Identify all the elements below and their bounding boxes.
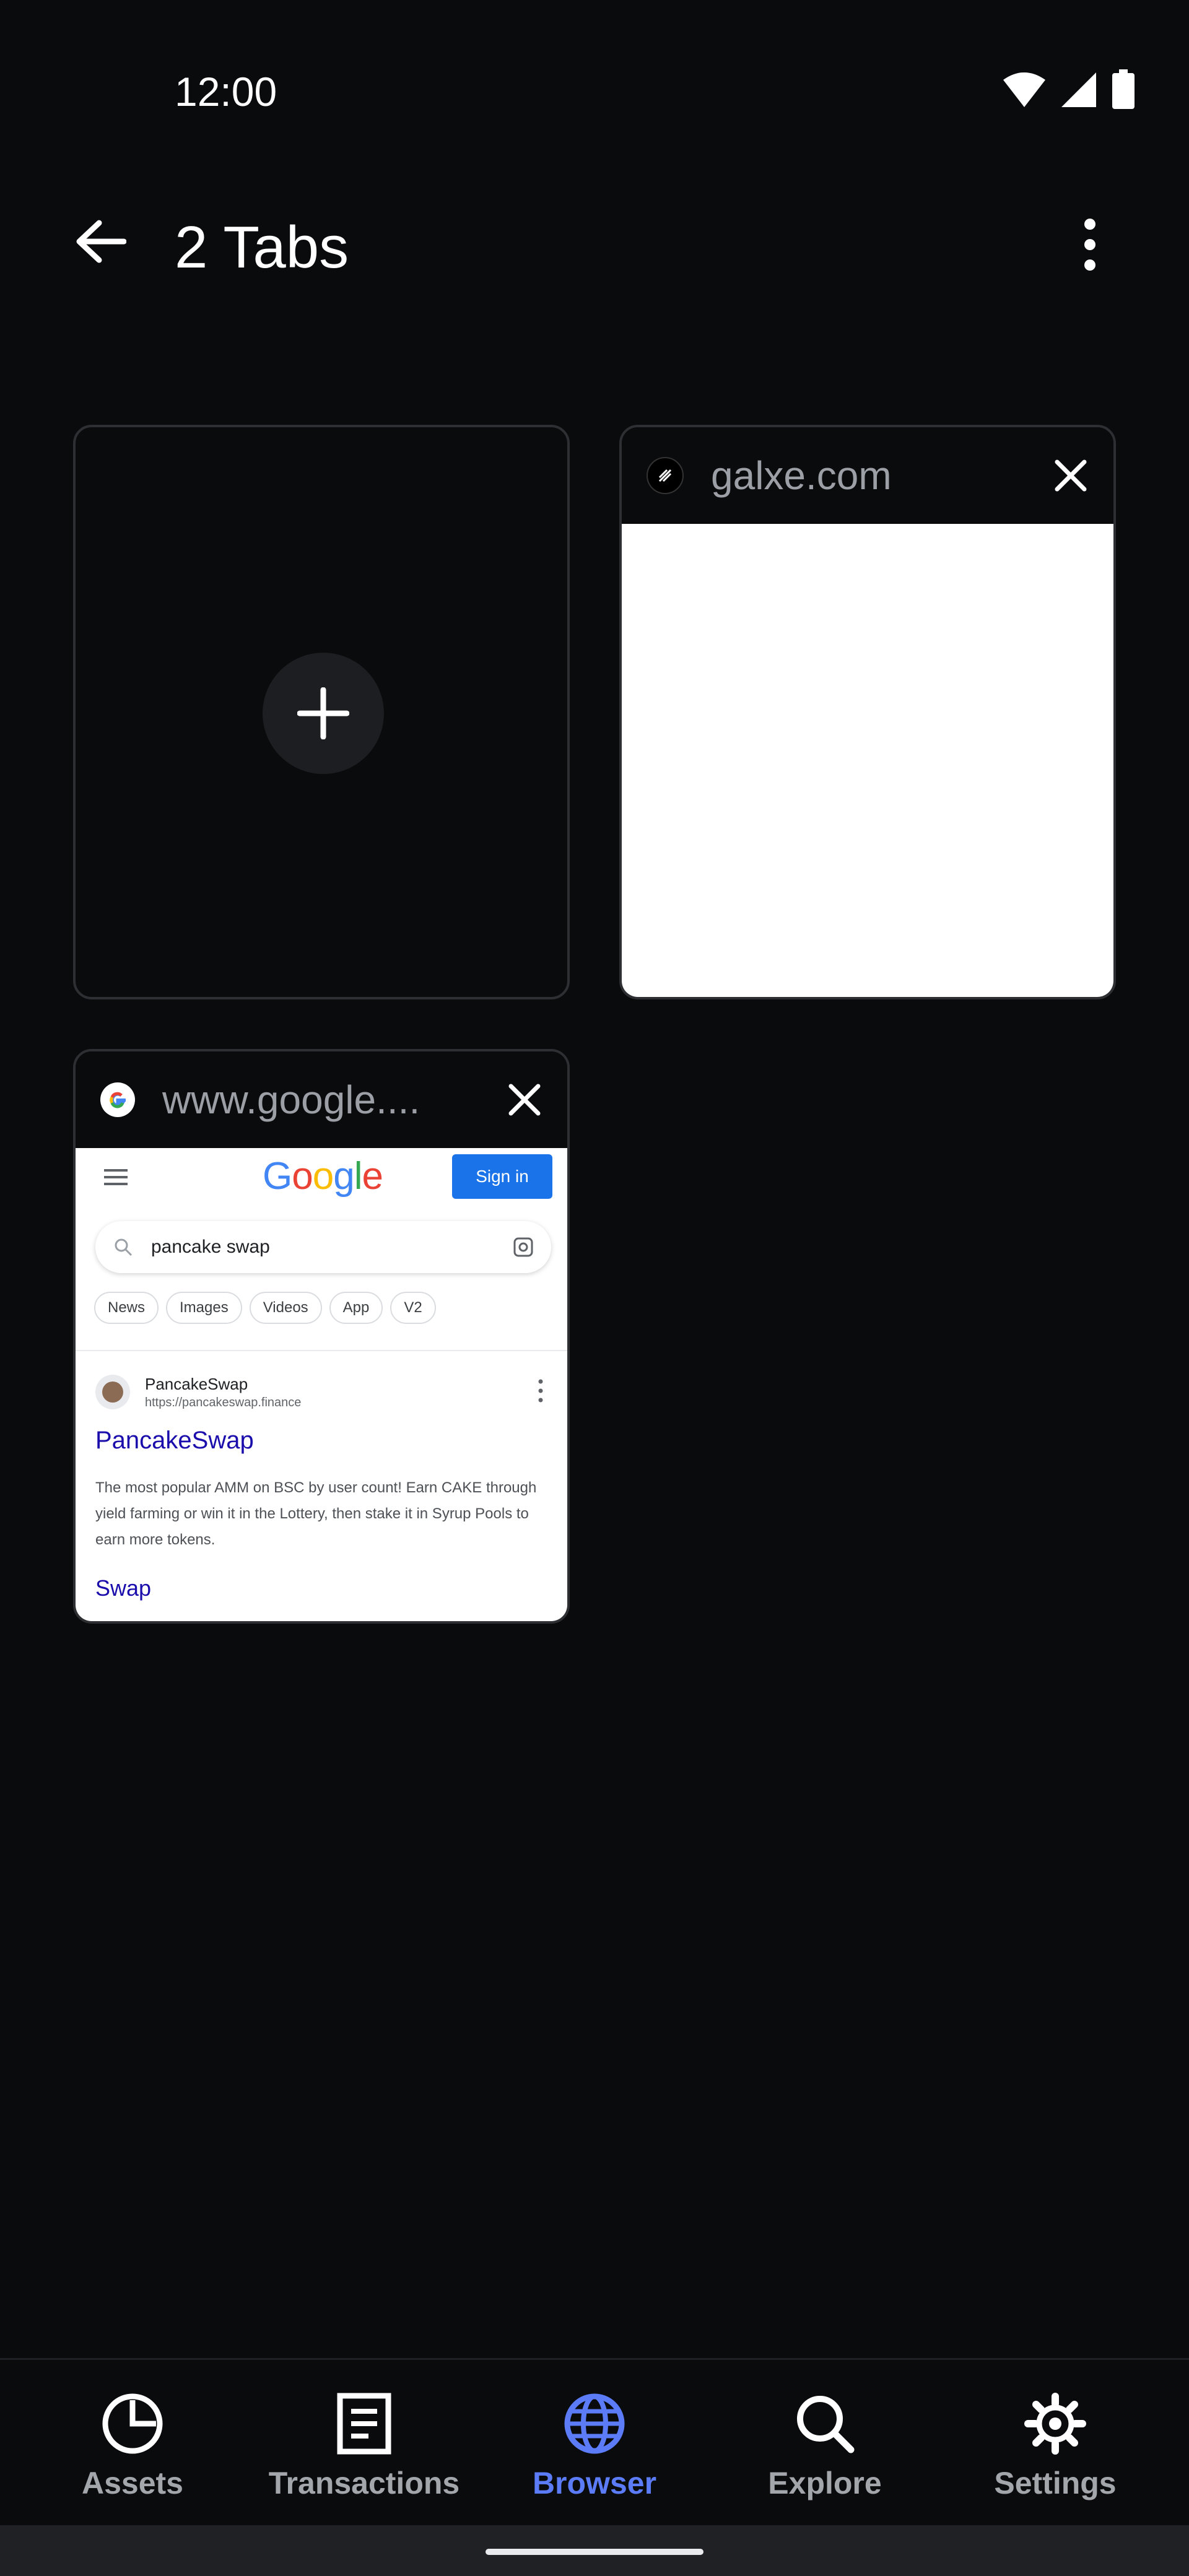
tab-header: galxe.com xyxy=(622,427,1113,524)
close-icon xyxy=(1055,459,1087,492)
more-vert-icon xyxy=(538,1379,543,1403)
hamburger-menu-icon xyxy=(104,1169,128,1185)
nav-label: Assets xyxy=(82,2466,183,2500)
close-icon xyxy=(508,1084,541,1116)
chip: Videos xyxy=(249,1292,322,1324)
close-tab-button[interactable] xyxy=(497,1072,552,1128)
pancakeswap-favicon-icon xyxy=(95,1375,130,1409)
new-tab-button[interactable] xyxy=(263,653,384,774)
bottom-navigation: Assets Transactions Browser Explore Sett… xyxy=(0,2358,1189,2527)
tab-preview: Google Sign in pancake swap News Images … xyxy=(76,1148,567,1621)
nav-label: Explore xyxy=(768,2466,882,2500)
sign-in-button: Sign in xyxy=(452,1154,552,1199)
tab-title: www.google.... xyxy=(162,1077,420,1122)
tab-card-galxe[interactable]: galxe.com xyxy=(619,425,1116,999)
galxe-favicon-icon xyxy=(647,457,684,494)
nav-settings[interactable]: Settings xyxy=(936,2360,1174,2527)
back-button[interactable] xyxy=(69,211,131,272)
status-icons xyxy=(1002,69,1136,110)
nav-assets[interactable]: Assets xyxy=(14,2360,251,2527)
result-site-name: PancakeSwap xyxy=(145,1375,248,1393)
search-icon xyxy=(797,2396,855,2453)
pie-chart-icon xyxy=(102,2393,163,2454)
google-logo: Google xyxy=(263,1155,383,1198)
wifi-icon xyxy=(1003,72,1045,107)
search-box: pancake swap xyxy=(95,1221,551,1273)
result-title: PancakeSwap xyxy=(95,1427,254,1454)
tab-preview xyxy=(622,524,1113,997)
plus-icon xyxy=(297,687,349,739)
nav-browser[interactable]: Browser xyxy=(476,2360,713,2527)
close-tab-button[interactable] xyxy=(1043,448,1099,503)
chip: Images xyxy=(166,1292,242,1324)
result-description: The most popular AMM on BSC by user coun… xyxy=(95,1479,537,1548)
globe-icon xyxy=(564,2393,625,2454)
tab-title: galxe.com xyxy=(711,453,892,498)
divider xyxy=(76,1350,567,1351)
tab-card-google[interactable]: www.google.... Google Sign in pancake sw… xyxy=(73,1049,570,1624)
cellular-signal-icon xyxy=(1061,72,1096,107)
result-url: https://pancakeswap.finance xyxy=(145,1396,302,1409)
nav-label: Settings xyxy=(994,2466,1117,2500)
page-title: 2 Tabs xyxy=(175,214,349,281)
chip: News xyxy=(94,1292,159,1324)
new-tab-card[interactable] xyxy=(73,425,570,999)
nav-explore[interactable]: Explore xyxy=(706,2360,944,2527)
result-sitelink: Swap xyxy=(95,1575,152,1601)
more-options-button[interactable] xyxy=(1059,211,1121,279)
nav-label: Browser xyxy=(532,2466,657,2500)
chip: V2 xyxy=(390,1292,436,1324)
arrow-left-icon xyxy=(76,220,126,263)
tab-header: www.google.... xyxy=(76,1051,567,1148)
nav-transactions[interactable]: Transactions xyxy=(245,2360,483,2527)
search-chips: News Images Videos App V2 xyxy=(94,1292,436,1324)
nav-label: Transactions xyxy=(268,2466,460,2500)
receipt-icon xyxy=(337,2393,391,2455)
google-favicon-icon xyxy=(100,1082,135,1117)
more-vert-icon xyxy=(1084,219,1095,271)
battery-icon xyxy=(1112,69,1135,109)
lens-icon xyxy=(513,1237,533,1257)
chip: App xyxy=(329,1292,383,1324)
home-gesture-handle[interactable] xyxy=(486,2549,703,2555)
gear-icon xyxy=(1024,2393,1086,2455)
search-icon xyxy=(115,1238,133,1256)
status-time: 12:00 xyxy=(175,69,277,115)
search-query: pancake swap xyxy=(151,1237,270,1257)
